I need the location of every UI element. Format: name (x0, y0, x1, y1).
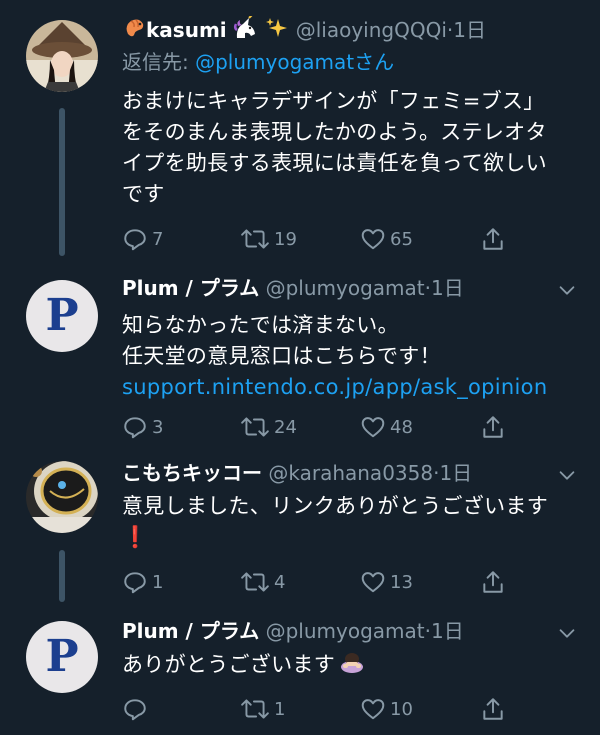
reply-icon (124, 699, 146, 721)
retweet-button[interactable]: 24 (240, 413, 297, 441)
like-button[interactable]: 48 (360, 413, 413, 441)
retweet-count: 1 (274, 698, 286, 720)
avatar-letter: P (45, 631, 79, 682)
retweet-count: 24 (274, 416, 297, 438)
share-button[interactable] (480, 225, 506, 253)
tweet-text: 知らなかったでは済まない。 任天堂の意見窓口はこちらです！ support.ni… (122, 310, 572, 403)
shrimp-icon (122, 16, 146, 47)
like-count: 65 (390, 228, 413, 250)
chevron-down-icon[interactable] (556, 279, 578, 301)
retweet-count: 19 (274, 228, 297, 250)
tweet-header: Plum / プラム @plumyogamat·1日 (122, 617, 464, 645)
reply-icon (124, 229, 146, 251)
bowing-person-icon (339, 649, 365, 682)
share-icon (483, 416, 503, 438)
tweet-header: Plum / プラム @plumyogamat·1日 (122, 274, 464, 302)
sparkles-icon (265, 16, 289, 47)
share-button[interactable] (480, 695, 506, 723)
avatar[interactable] (26, 461, 98, 533)
tweet-text-line: 意見しました、リンクありがとうございます (122, 494, 548, 518)
heart-icon (361, 229, 385, 250)
tweet-text-line: ありがとうございます (122, 649, 572, 682)
replying-to: 返信先: @plumyogamatさん (122, 48, 394, 76)
tweet-text-line: イプを助長する表現には責任を負って欲しい (122, 151, 547, 175)
retweet-button[interactable]: 4 (240, 568, 285, 596)
retweet-icon (241, 229, 269, 249)
tweet-text: 意見しました、リンクありがとうございます ❗ (122, 491, 572, 553)
reply-suffix: さん (354, 50, 395, 74)
tweet-text-line: 任天堂の意見窓口はこちらです！ (122, 344, 441, 368)
tweet-link[interactable]: support.nintendo.co.jp/app/ask_opinion (122, 372, 572, 403)
retweet-icon (241, 572, 269, 592)
unicorn-icon (233, 14, 259, 47)
user-handle[interactable]: @plumyogamat (266, 276, 425, 300)
tweet-text-line: をそのまんま表現したかのよう。ステレオタ (122, 120, 547, 144)
like-button[interactable]: 65 (360, 225, 413, 253)
reply-count: 1 (152, 571, 164, 593)
retweet-icon (241, 417, 269, 437)
avatar[interactable]: P (26, 280, 98, 352)
retweet-button[interactable]: 19 (240, 225, 297, 253)
like-button[interactable]: 10 (360, 695, 413, 723)
tweet[interactable]: P Plum / プラム @plumyogamat·1日 知らなかったでは済まな… (0, 270, 600, 455)
timestamp[interactable]: 1日 (453, 18, 486, 42)
reply-prefix: 返信先: (122, 50, 196, 74)
share-icon (483, 698, 503, 720)
like-button[interactable]: 13 (360, 568, 413, 596)
tweet[interactable]: こもちキッコー @karahana0358·1日 意見しました、リンクありがとう… (0, 455, 600, 615)
tweet-actions: 1 10 (122, 695, 522, 723)
timestamp[interactable]: 1日 (431, 276, 464, 300)
retweet-icon (241, 699, 269, 719)
user-handle[interactable]: @karahana0358 (268, 461, 433, 485)
share-button[interactable] (480, 568, 506, 596)
reply-button[interactable]: 1 (122, 568, 163, 596)
reply-count: 7 (152, 228, 164, 250)
display-name[interactable]: kasumi (146, 18, 227, 42)
display-name[interactable]: Plum / プラム (122, 619, 259, 643)
tweet-text-content: ありがとうございます (122, 652, 335, 677)
tweet-header: kasumi @liaoyingQQQi·1日 (122, 14, 486, 47)
reply-icon (124, 417, 146, 439)
timestamp[interactable]: 1日 (439, 461, 472, 485)
exclamation-icon: ❗ (122, 525, 149, 549)
timestamp[interactable]: 1日 (431, 619, 464, 643)
tweet-text-line: 知らなかったでは済まない。 (122, 313, 399, 337)
tweet-text: おまけにキャラデザインが「フェミ=ブス」 をそのまんま表現したかのよう。ステレオ… (122, 86, 572, 210)
tweet-actions: 7 19 65 (122, 225, 522, 253)
chevron-down-icon[interactable] (556, 464, 578, 486)
reply-mention-link[interactable]: @plumyogamat (195, 50, 354, 74)
share-icon (483, 228, 503, 250)
heart-icon (361, 699, 385, 720)
heart-icon (361, 572, 385, 593)
retweet-button[interactable]: 1 (240, 695, 285, 723)
reply-button[interactable] (122, 695, 152, 723)
heart-icon (361, 417, 385, 438)
avatar[interactable] (26, 20, 98, 92)
tweet-actions: 1 4 13 (122, 568, 522, 596)
retweet-count: 4 (274, 571, 286, 593)
display-name[interactable]: Plum / プラム (122, 276, 259, 300)
share-button[interactable] (480, 413, 506, 441)
avatar-letter: P (45, 290, 79, 341)
tweet[interactable]: kasumi @liaoyingQQQi·1日 返信先: @plumyogama… (0, 0, 600, 270)
reply-count: 3 (152, 416, 164, 438)
tweet-actions: 3 24 48 (122, 413, 522, 441)
user-handle[interactable]: @liaoyingQQQi (296, 18, 447, 42)
chevron-down-icon[interactable] (556, 622, 578, 644)
user-handle[interactable]: @plumyogamat (266, 619, 425, 643)
tweet-text-line: おまけにキャラデザインが「フェミ=ブス」 (122, 89, 545, 113)
avatar[interactable]: P (26, 621, 98, 693)
like-count: 10 (390, 698, 413, 720)
like-count: 13 (390, 571, 413, 593)
tweet-text: ありがとうございます (122, 649, 572, 682)
reply-icon (124, 572, 146, 594)
reply-button[interactable]: 3 (122, 413, 163, 441)
share-icon (483, 571, 503, 593)
display-name[interactable]: こもちキッコー (122, 461, 262, 485)
tweet-header: こもちキッコー @karahana0358·1日 (122, 459, 472, 487)
reply-button[interactable]: 7 (122, 225, 163, 253)
tweet-text-line: です (122, 182, 165, 206)
like-count: 48 (390, 416, 413, 438)
tweet[interactable]: P Plum / プラム @plumyogamat·1日 ありがとうございます (0, 615, 600, 735)
